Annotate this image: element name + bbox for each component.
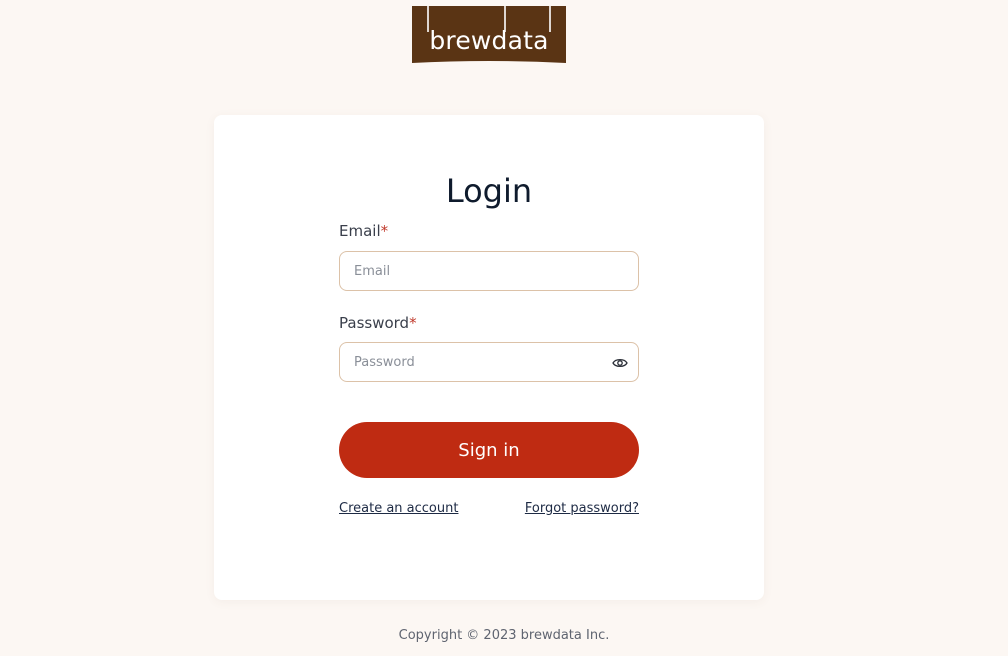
email-label: Email* xyxy=(339,224,388,239)
email-label-text: Email xyxy=(339,222,381,240)
password-input[interactable] xyxy=(340,343,638,381)
eye-icon[interactable] xyxy=(612,356,628,370)
create-account-link[interactable]: Create an account xyxy=(339,502,458,515)
password-label-text: Password xyxy=(339,314,410,332)
sign-in-button[interactable]: Sign in xyxy=(339,422,639,478)
login-card: Login Email* Password* Sign in Create an… xyxy=(214,115,764,600)
email-field-wrapper xyxy=(339,251,639,291)
password-label: Password* xyxy=(339,316,417,331)
logo-text: brewdata xyxy=(429,26,549,55)
email-required-mark: * xyxy=(380,222,389,240)
page-title: Login xyxy=(445,172,533,210)
forgot-password-link[interactable]: Forgot password? xyxy=(525,502,639,515)
brewdata-logo: brewdata xyxy=(412,6,566,66)
password-field-wrapper xyxy=(339,342,639,382)
password-required-mark: * xyxy=(409,314,417,332)
email-input[interactable] xyxy=(340,252,638,290)
copyright-text: Copyright © 2023 brewdata Inc. xyxy=(398,628,610,643)
